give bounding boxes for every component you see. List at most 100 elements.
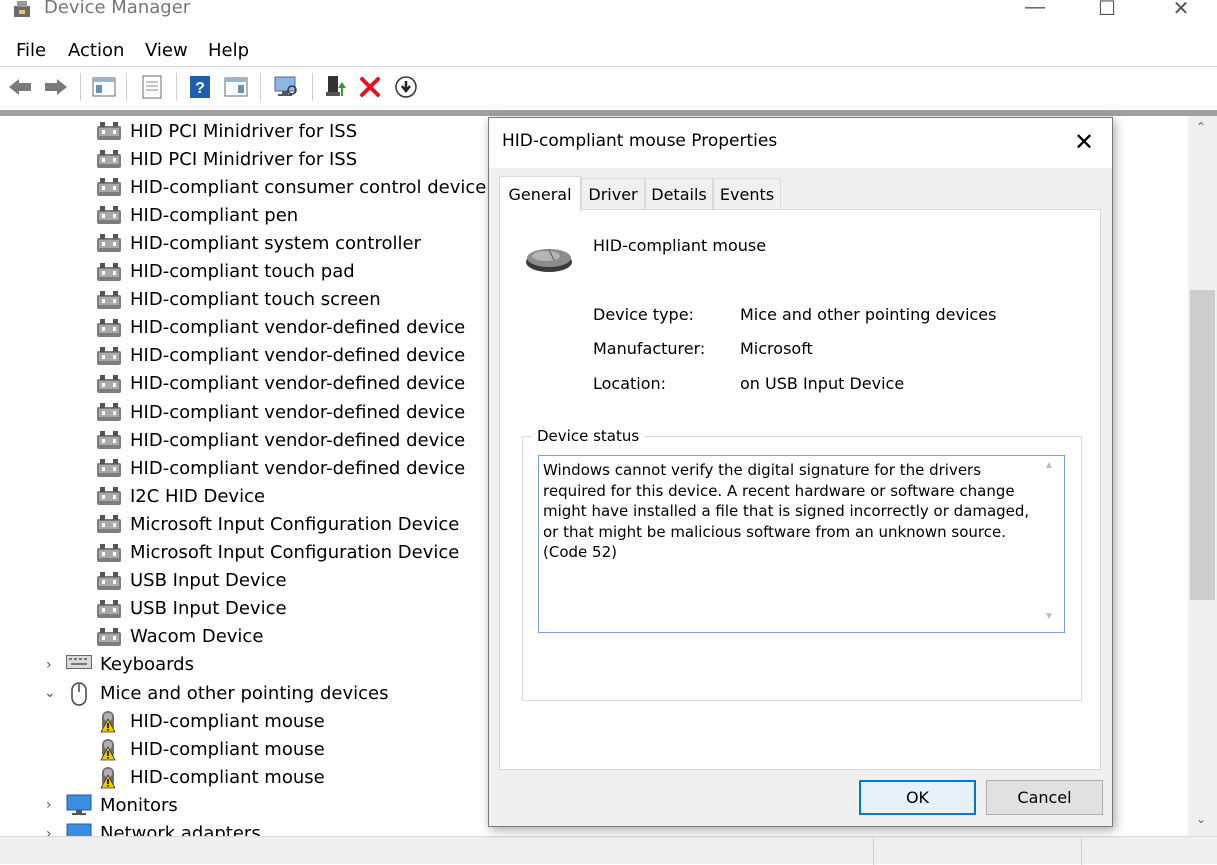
tree-item-label: HID-compliant mouse <box>130 738 325 760</box>
expand-chevron-icon[interactable]: › <box>46 657 52 673</box>
tree-item-label: HID PCI Minidriver for ISS <box>130 120 358 142</box>
device-status-textbox[interactable]: Windows cannot verify the digital signat… <box>538 455 1065 633</box>
tree-item-hid-device[interactable]: I2C HID Device <box>96 482 265 510</box>
tree-item-hid-device[interactable]: Microsoft Input Configuration Device <box>96 539 459 567</box>
menu-help[interactable]: Help <box>208 40 249 61</box>
hid-device-icon <box>96 345 122 367</box>
hid-device-icon <box>96 289 122 311</box>
tree-item-mouse[interactable]: HID-compliant mouse <box>96 707 325 735</box>
hid-device-icon <box>96 232 122 254</box>
expand-chevron-icon[interactable]: › <box>46 826 52 837</box>
toolbar: ? <box>0 67 1217 107</box>
scrollbar-thumb[interactable] <box>1190 290 1215 600</box>
menu-view[interactable]: View <box>145 40 188 61</box>
tree-item-hid-device[interactable]: HID PCI Minidriver for ISS <box>96 117 357 145</box>
expand-chevron-icon[interactable]: › <box>46 797 52 813</box>
tab-general[interactable]: General <box>499 176 581 212</box>
tree-category-monitors[interactable]: › Monitors <box>46 791 178 819</box>
close-window-button[interactable]: ✕ <box>1166 0 1196 20</box>
dialog-close-button[interactable]: ✕ <box>1069 128 1099 158</box>
tree-item-hid-device[interactable]: Wacom Device <box>96 623 263 651</box>
tree-item-hid-device[interactable]: HID-compliant vendor-defined device <box>96 342 465 370</box>
tree-item-hid-device[interactable]: HID-compliant system controller <box>96 229 421 257</box>
properties-icon[interactable] <box>138 73 166 101</box>
tree-item-hid-device[interactable]: Microsoft Input Configuration Device <box>96 510 459 538</box>
update-driver-icon[interactable] <box>322 73 350 101</box>
forward-arrow-icon[interactable] <box>42 73 70 101</box>
mouse-icon <box>66 682 92 706</box>
keyboard-icon <box>66 654 92 676</box>
tree-item-label: Keyboards <box>100 654 194 676</box>
location-label: Location: <box>593 374 667 393</box>
tree-item-hid-device[interactable]: HID-compliant vendor-defined device <box>96 398 465 426</box>
hid-device-icon <box>96 176 122 198</box>
monitor-icon <box>66 794 92 816</box>
tree-item-hid-device[interactable]: USB Input Device <box>96 567 287 595</box>
svg-text:?: ? <box>195 80 205 97</box>
toolbar-separator <box>312 73 313 101</box>
hid-device-icon <box>96 542 122 564</box>
toolbar-separator <box>260 73 261 101</box>
scroll-down-icon[interactable]: ⌄ <box>1196 812 1206 826</box>
network-adapter-icon <box>66 823 92 836</box>
tree-item-mouse[interactable]: HID-compliant mouse <box>96 763 325 791</box>
tree-item-label: HID-compliant vendor-defined device <box>130 401 466 423</box>
tree-item-hid-device[interactable]: HID-compliant touch screen <box>96 286 381 314</box>
tree-item-label: HID-compliant system controller <box>130 232 421 254</box>
back-arrow-icon[interactable] <box>6 73 34 101</box>
scan-hardware-icon[interactable] <box>272 73 300 101</box>
window-title: Device Manager <box>44 0 191 18</box>
enable-download-icon[interactable] <box>392 73 420 101</box>
tree-item-mouse[interactable]: HID-compliant mouse <box>96 735 325 763</box>
hid-device-icon <box>96 401 122 423</box>
tree-item-hid-device[interactable]: HID-compliant vendor-defined device <box>96 370 465 398</box>
show-hide-console-tree-icon[interactable] <box>90 73 118 101</box>
collapse-chevron-icon[interactable]: ⌄ <box>44 685 56 701</box>
tree-item-hid-device[interactable]: HID-compliant consumer control device <box>96 173 486 201</box>
scroll-up-icon[interactable]: ⌃ <box>1196 120 1206 134</box>
tree-item-label: HID-compliant vendor-defined device <box>130 345 466 367</box>
tree-item-label: Mice and other pointing devices <box>100 682 389 704</box>
toolbar-separator <box>126 73 127 101</box>
tree-item-hid-device[interactable]: HID-compliant vendor-defined device <box>96 426 465 454</box>
action-pane-icon[interactable] <box>222 73 250 101</box>
uninstall-device-icon[interactable] <box>356 73 384 101</box>
status-separator <box>1081 837 1082 865</box>
tree-item-label: HID-compliant vendor-defined device <box>130 317 466 339</box>
tree-item-hid-device[interactable]: HID-compliant touch pad <box>96 258 355 286</box>
maximize-button[interactable]: ☐ <box>1092 0 1122 20</box>
manufacturer-value: Microsoft <box>740 339 813 358</box>
hid-device-icon <box>96 485 122 507</box>
status-separator <box>873 837 874 865</box>
device-status-group: Device status Windows cannot verify the … <box>522 427 1082 701</box>
tree-item-hid-device[interactable]: HID-compliant vendor-defined device <box>96 314 465 342</box>
tree-item-hid-device[interactable]: HID-compliant pen <box>96 201 298 229</box>
device-manager-icon <box>14 1 30 17</box>
tree-category-mice[interactable]: ⌄ Mice and other pointing devices <box>44 679 389 707</box>
ok-button[interactable]: OK <box>859 780 976 815</box>
tree-category-network-adapters[interactable]: › Network adapters <box>46 820 261 836</box>
menu-action[interactable]: Action <box>68 40 124 61</box>
scroll-up-icon[interactable]: ▲ <box>1041 460 1057 476</box>
mouse-device-icon <box>526 249 572 272</box>
tab-driver[interactable]: Driver <box>581 178 645 210</box>
help-icon[interactable]: ? <box>186 73 214 101</box>
device-type-value: Mice and other pointing devices <box>740 305 997 324</box>
tree-item-hid-device[interactable]: HID-compliant vendor-defined device <box>96 454 465 482</box>
device-status-label: Device status <box>533 427 644 445</box>
tree-category-keyboards[interactable]: › Keyboards <box>46 651 194 679</box>
location-value: on USB Input Device <box>740 374 905 393</box>
tree-item-hid-device[interactable]: USB Input Device <box>96 595 287 623</box>
tree-item-hid-device[interactable]: HID PCI Minidriver for ISS <box>96 145 357 173</box>
tab-events[interactable]: Events <box>713 178 781 210</box>
hid-device-icon <box>96 204 122 226</box>
tab-details[interactable]: Details <box>645 178 713 210</box>
tree-item-label: HID-compliant pen <box>130 204 299 226</box>
dialog-title-bar: HID-compliant mouse Properties ✕ <box>489 118 1112 168</box>
minimize-button[interactable]: — <box>1020 0 1050 20</box>
title-bar: Device Manager — ☐ ✕ <box>0 0 1217 30</box>
scroll-down-icon[interactable]: ▼ <box>1041 611 1057 627</box>
hid-device-icon <box>96 598 122 620</box>
menu-file[interactable]: File <box>16 40 46 61</box>
cancel-button[interactable]: Cancel <box>986 780 1103 815</box>
